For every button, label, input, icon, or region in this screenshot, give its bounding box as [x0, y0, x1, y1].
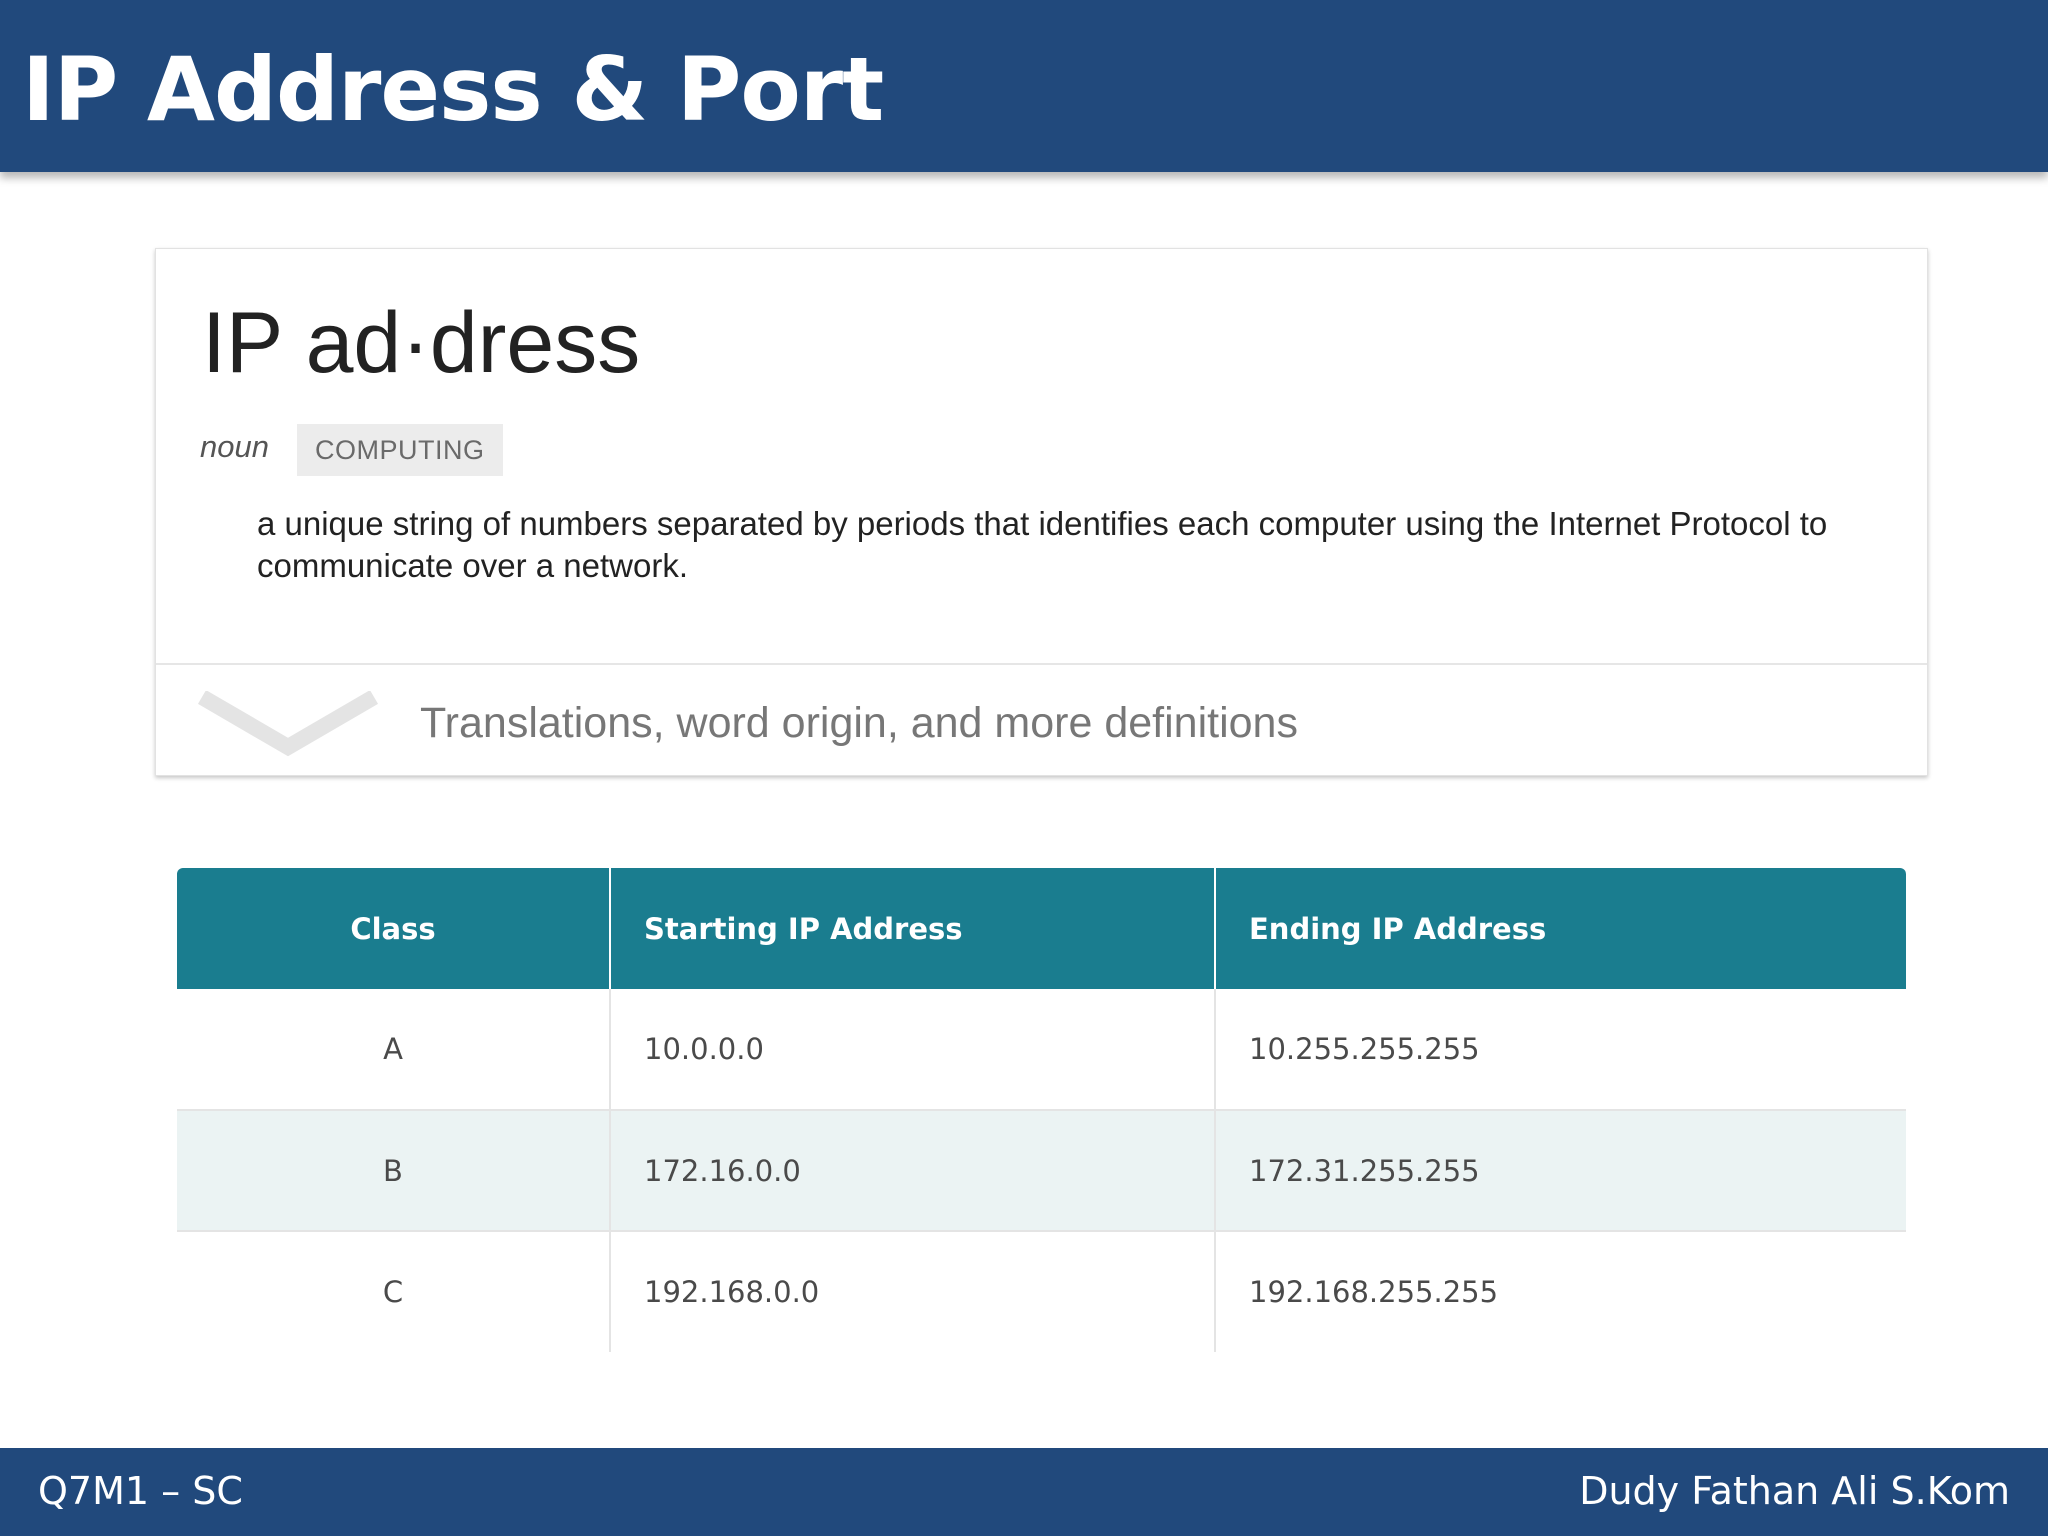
column-header-class: Class	[177, 868, 611, 989]
ending-ip-cell: 172.31.255.255	[1215, 1110, 1906, 1232]
table-header-row: Class Starting IP Address Ending IP Addr…	[177, 868, 1906, 989]
more-definitions-link[interactable]: Translations, word origin, and more defi…	[420, 697, 1298, 749]
class-cell: C	[177, 1231, 611, 1352]
footer-course-code: Q7M1 – SC	[38, 1469, 243, 1513]
ending-ip-cell: 10.255.255.255	[1215, 989, 1906, 1111]
slide-footer: Q7M1 – SC Dudy Fathan Ali S.Kom	[0, 1448, 2048, 1536]
starting-ip-cell: 192.168.0.0	[610, 1231, 1216, 1352]
table-row: A 10.0.0.0 10.255.255.255	[177, 989, 1906, 1111]
more-definitions-row[interactable]: Translations, word origin, and more defi…	[156, 665, 1927, 776]
footer-author: Dudy Fathan Ali S.Kom	[1579, 1469, 2010, 1513]
column-header-starting-ip: Starting IP Address	[610, 868, 1216, 989]
slide-header: IP Address & Port	[0, 0, 2048, 172]
ip-class-table: Class Starting IP Address Ending IP Addr…	[177, 868, 1906, 1352]
definition-text: a unique string of numbers separated by …	[257, 505, 1828, 584]
ending-ip-cell: 192.168.255.255	[1249, 1275, 1499, 1309]
starting-ip-cell: 10.0.0.0	[610, 989, 1216, 1111]
part-of-speech: noun	[200, 429, 269, 464]
table-row: C 192.168.0.0 192.168.255.255	[177, 1231, 1906, 1352]
chevron-down-icon[interactable]	[196, 691, 380, 757]
class-cell: B	[177, 1110, 611, 1232]
subject-tag: COMPUTING	[297, 424, 503, 476]
dictionary-card: IP ad·dress noun COMPUTING a unique stri…	[155, 248, 1928, 776]
dictionary-word: IP ad·dress	[202, 295, 641, 391]
table-row: B 172.16.0.0 172.31.255.255	[177, 1110, 1906, 1232]
column-header-ending-ip: Ending IP Address	[1215, 868, 1906, 989]
starting-ip-cell: 172.16.0.0	[610, 1110, 1216, 1232]
class-cell: A	[177, 989, 611, 1111]
slide-title: IP Address & Port	[22, 38, 884, 141]
